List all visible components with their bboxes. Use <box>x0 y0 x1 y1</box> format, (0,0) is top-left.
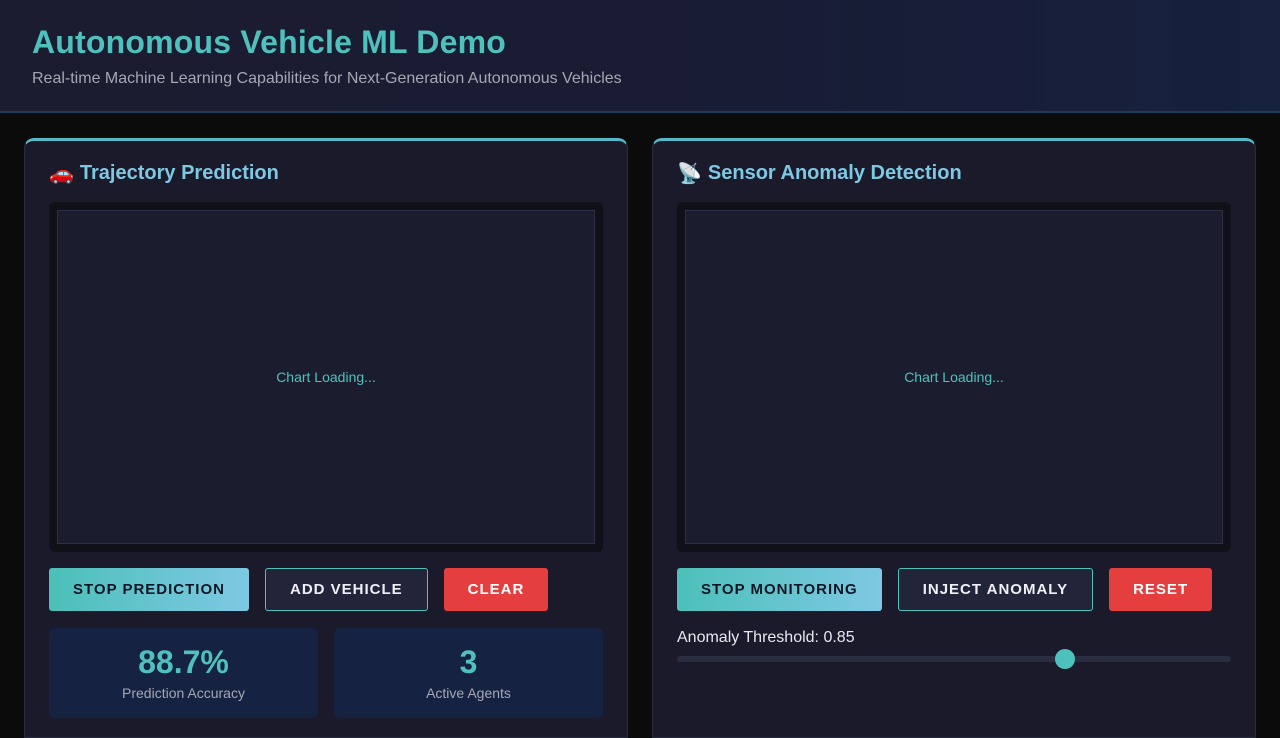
trajectory-panel: 🚗 Trajectory Prediction Chart Loading...… <box>24 138 628 738</box>
anomaly-controls: STOP MONITORING INJECT ANOMALY RESET <box>677 568 1213 611</box>
anomaly-threshold-label: Anomaly Threshold: 0.85 <box>677 629 855 646</box>
trajectory-title-text: Trajectory Prediction <box>79 162 279 184</box>
car-icon: 🚗 <box>49 163 74 185</box>
stop-monitoring-button[interactable]: STOP MONITORING <box>677 568 882 611</box>
trajectory-chart-frame: Chart Loading... <box>49 202 603 552</box>
trajectory-stats: 88.7% Prediction Accuracy 3 Active Agent… <box>49 628 603 718</box>
trajectory-chart-status: Chart Loading... <box>276 369 376 385</box>
active-agents-value: 3 <box>459 644 478 680</box>
anomaly-title-text: Sensor Anomaly Detection <box>707 162 962 184</box>
stop-prediction-button[interactable]: STOP PREDICTION <box>49 568 249 611</box>
anomaly-threshold-slider[interactable] <box>677 649 1231 669</box>
anomaly-chart-status: Chart Loading... <box>904 369 1004 385</box>
active-agents-label: Active Agents <box>426 685 511 701</box>
satellite-dish-icon: 📡 <box>677 163 702 185</box>
anomaly-chart-area[interactable]: Chart Loading... <box>685 210 1223 544</box>
prediction-accuracy-value: 88.7% <box>138 644 229 680</box>
anomaly-threshold: Anomaly Threshold: 0.85 <box>677 628 1231 669</box>
anomaly-panel: 📡 Sensor Anomaly Detection Chart Loading… <box>652 138 1256 738</box>
trajectory-chart-area[interactable]: Chart Loading... <box>57 210 595 544</box>
active-agents-card: 3 Active Agents <box>334 628 603 718</box>
trajectory-controls: STOP PREDICTION ADD VEHICLE CLEAR <box>49 568 549 611</box>
slider-thumb[interactable] <box>1054 649 1075 669</box>
prediction-accuracy-label: Prediction Accuracy <box>122 685 245 701</box>
anomaly-chart-frame: Chart Loading... <box>677 202 1231 552</box>
trajectory-panel-title: 🚗 Trajectory Prediction <box>49 161 279 186</box>
prediction-accuracy-card: 88.7% Prediction Accuracy <box>49 628 318 718</box>
page-subtitle: Real-time Machine Learning Capabilities … <box>32 70 622 87</box>
page-header: Autonomous Vehicle ML Demo Real-time Mac… <box>0 0 1280 113</box>
inject-anomaly-button[interactable]: INJECT ANOMALY <box>897 568 1094 611</box>
reset-button[interactable]: RESET <box>1109 568 1213 611</box>
clear-button[interactable]: CLEAR <box>443 568 549 611</box>
anomaly-panel-title: 📡 Sensor Anomaly Detection <box>677 161 962 186</box>
page-title: Autonomous Vehicle ML Demo <box>32 24 506 60</box>
add-vehicle-button[interactable]: ADD VEHICLE <box>264 568 428 611</box>
